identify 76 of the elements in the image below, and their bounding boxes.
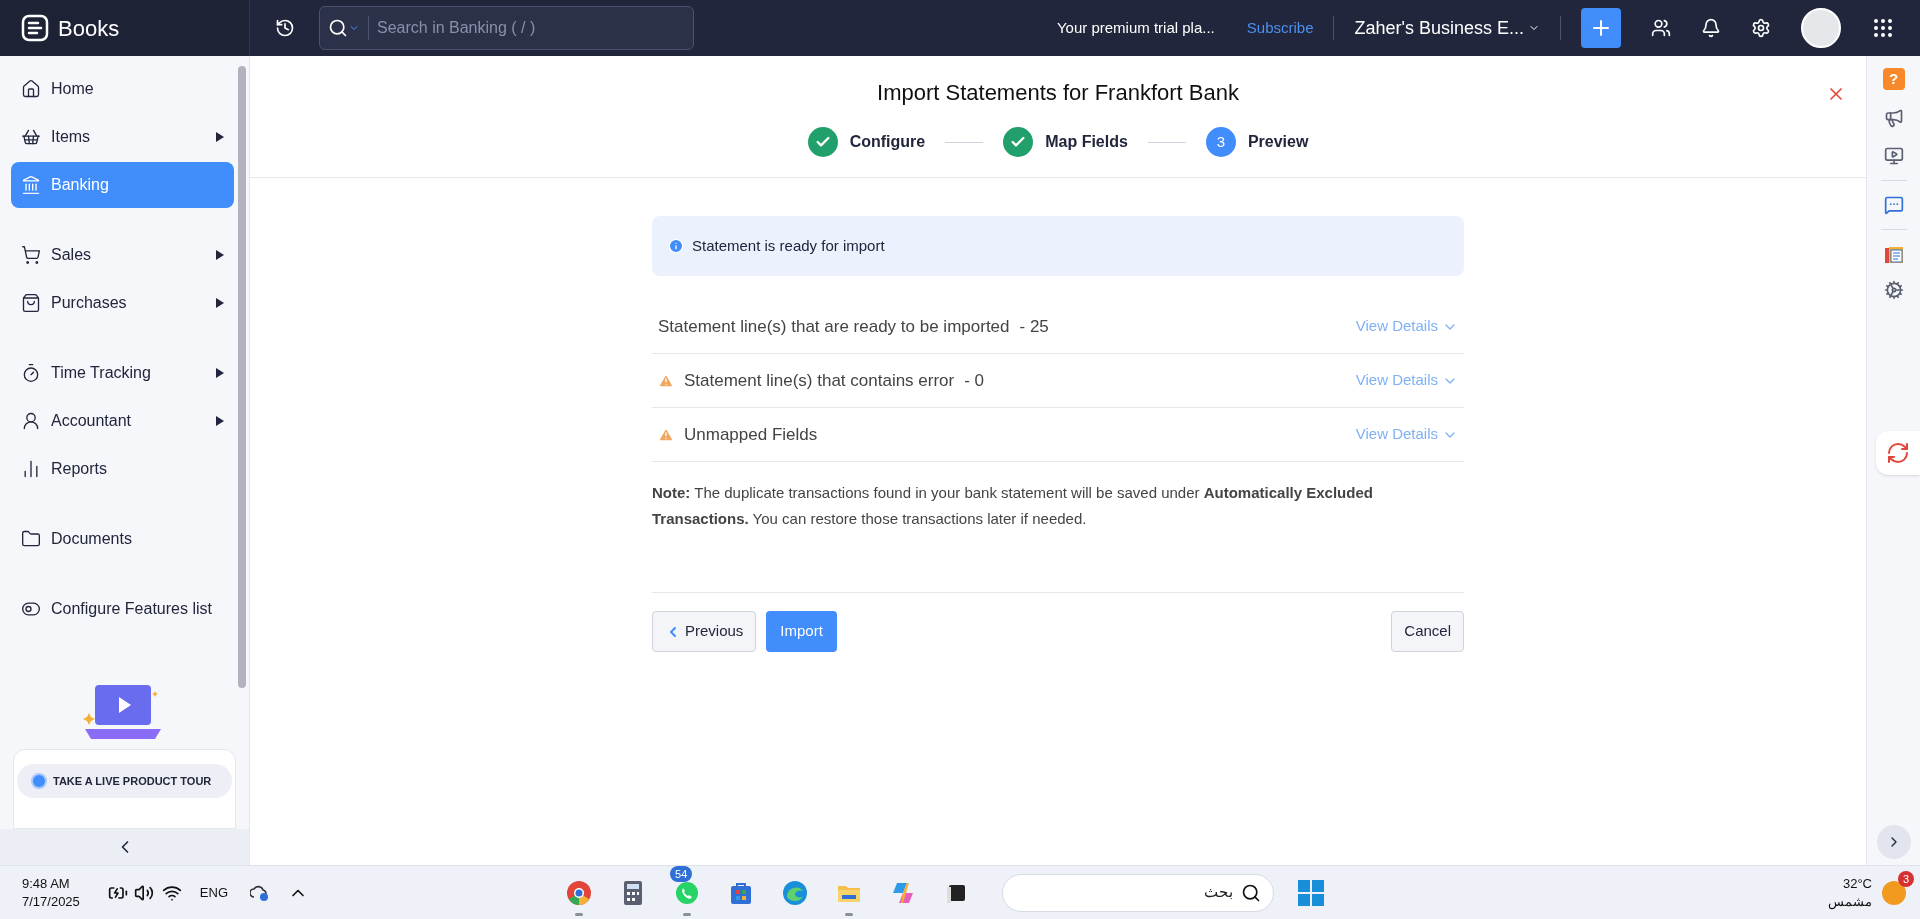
search-icon [328, 18, 348, 38]
subscribe-link[interactable]: Subscribe [1246, 16, 1314, 40]
bank-icon [21, 175, 41, 195]
trial-message: Your premium trial pla... [1056, 17, 1215, 38]
users-icon[interactable] [1651, 18, 1671, 38]
sidebar-item[interactable]: Home [11, 66, 234, 112]
avatar[interactable] [1801, 8, 1841, 48]
weather-condition: مشمس [1828, 892, 1872, 911]
books-logo-icon [20, 13, 50, 43]
megaphone-icon[interactable] [1883, 108, 1904, 128]
search-field[interactable]: Search in Banking ( / ) [377, 16, 693, 40]
chat-icon[interactable] [1883, 195, 1904, 215]
product-tour-button[interactable]: TAKE A LIVE PRODUCT TOUR [17, 764, 232, 798]
expand-arrow-icon [216, 298, 224, 308]
weather-badge: 3 [1897, 870, 1914, 887]
step-label: Preview [1247, 132, 1309, 152]
clock-time: 9:48 AM [22, 874, 71, 893]
summary-count: - 0 [964, 369, 985, 392]
folder-icon [21, 529, 41, 549]
info-message: Statement is ready for import [692, 235, 885, 256]
search-bar[interactable]: Search in Banking ( / ) [319, 6, 694, 50]
step-number: 3 [1205, 127, 1236, 157]
summary-count: - 25 [1019, 315, 1049, 338]
settings-icon[interactable] [1751, 18, 1771, 38]
taskbar-search-bar[interactable]: بحث [1002, 873, 1274, 912]
sidebar-item[interactable]: Time Tracking [11, 350, 234, 396]
step-label: Configure [849, 132, 926, 152]
taskbar-search-field[interactable]: بحث [1015, 881, 1233, 904]
bag-icon [21, 293, 41, 313]
sync-icon [1886, 441, 1910, 465]
search-icon [1241, 882, 1261, 903]
language-indicator[interactable]: ENG [199, 882, 228, 903]
brand-name: Books [58, 14, 120, 43]
video-icon[interactable] [1883, 146, 1904, 166]
expand-panel-button[interactable] [1876, 825, 1911, 859]
info-icon [668, 238, 684, 254]
cancel-button[interactable]: Cancel [1391, 611, 1464, 652]
previous-button[interactable]: Previous [652, 611, 757, 652]
sidebar-item[interactable]: Sales [11, 232, 234, 278]
notes-icon[interactable] [1882, 244, 1905, 266]
summary-text: Statement line(s) that are ready to be imported [658, 315, 1010, 338]
notification-badge: 54 [670, 865, 693, 882]
sync-button[interactable] [1876, 431, 1920, 475]
sidebar-item[interactable]: Accountant [11, 398, 234, 444]
summary-text: Statement line(s) that contains error [684, 369, 955, 392]
start-icon[interactable] [1296, 877, 1326, 908]
volume-icon[interactable] [133, 882, 154, 903]
history-icon[interactable] [275, 18, 295, 38]
sidebar-item[interactable]: Configure Features list [11, 586, 234, 632]
expand-arrow-icon [216, 416, 224, 426]
sidebar-item[interactable]: Purchases [11, 280, 234, 326]
clock-date: 7/17/2025 [22, 892, 80, 911]
apps-menu-icon[interactable] [1871, 16, 1895, 40]
warning-icon [658, 426, 674, 443]
cart-icon [21, 245, 41, 265]
expand-arrow-icon [216, 250, 224, 260]
basket-icon [21, 127, 41, 147]
duplicate-note: Note: The duplicate transactions found in your bank statement will be saved under Automatically Excluded Transactions. You can restore those transactions later if needed. [652, 483, 1374, 529]
organization-name[interactable]: Zaher's Business E... [1354, 14, 1524, 42]
browser-icon[interactable] [565, 878, 593, 907]
warning-icon [658, 372, 674, 389]
user-icon [21, 411, 41, 431]
step-label: Map Fields [1045, 132, 1128, 152]
dialog-title: Import Statements for Frankfort Bank [877, 79, 1239, 107]
expand-arrow-icon [216, 368, 224, 378]
home-icon [21, 79, 41, 99]
temperature: 32°C [1842, 874, 1872, 893]
summary-text: Unmapped Fields [684, 423, 818, 446]
expand-arrow-icon [216, 132, 224, 142]
notifications-icon[interactable] [1701, 18, 1721, 38]
sidebar-item[interactable]: Items [11, 114, 234, 160]
add-button[interactable] [1581, 8, 1621, 48]
sidebar-item[interactable]: Reports [11, 446, 234, 492]
scrollbar[interactable] [238, 66, 246, 688]
sidebar-item[interactable]: Documents [11, 516, 234, 562]
timer-icon [21, 363, 41, 383]
